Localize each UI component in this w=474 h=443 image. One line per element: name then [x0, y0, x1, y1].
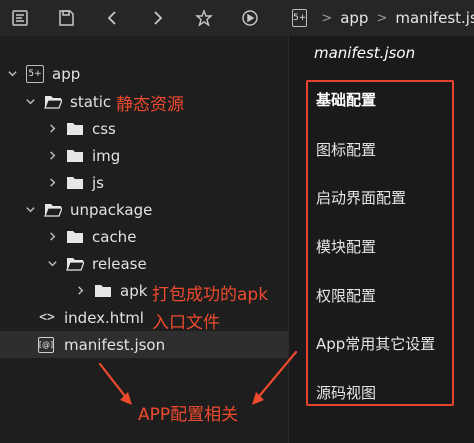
config-item-app-other[interactable]: App常用其它设置 — [316, 333, 435, 354]
folder-icon — [66, 121, 84, 137]
tree-item-label: static — [70, 92, 112, 111]
chevron-right-icon[interactable] — [46, 177, 58, 189]
tree-item-label: manifest.json — [64, 335, 166, 354]
breadcrumb: 5+ > app > manifest.json — [288, 0, 474, 36]
hbuilder-logo-icon: 5+ — [292, 9, 308, 27]
run-icon[interactable] — [240, 8, 260, 28]
config-item-permissions[interactable]: 权限配置 — [316, 285, 376, 306]
chevron-down-icon[interactable] — [24, 204, 36, 216]
annotation-static: 静态资源 — [116, 95, 184, 115]
folder-icon — [94, 283, 112, 299]
chevron-down-icon[interactable] — [46, 258, 58, 270]
forward-icon[interactable] — [148, 8, 168, 28]
tree-item-manifest-json[interactable]: [@] manifest.json — [0, 331, 288, 358]
tree-item-label: release — [92, 254, 147, 273]
tree-item-label: apk — [120, 281, 148, 300]
folder-open-icon — [44, 202, 62, 218]
save-icon[interactable] — [56, 8, 76, 28]
chevron-right-icon[interactable] — [46, 150, 58, 162]
tree-item-label: index.html — [64, 308, 144, 327]
code-file-icon: <> — [39, 310, 55, 325]
annotation-app-config: APP配置相关 — [138, 405, 239, 425]
annotation-apk: 打包成功的apk — [152, 285, 269, 305]
folder-icon — [66, 229, 84, 245]
config-item-source-view[interactable]: 源码视图 — [316, 382, 376, 403]
config-item-modules[interactable]: 模块配置 — [316, 236, 376, 257]
hbuilder-logo-icon: 5+ — [26, 64, 44, 83]
tree-item-label: img — [92, 146, 121, 165]
folder-icon — [66, 175, 84, 191]
editor-file-title: manifest.json — [314, 44, 416, 62]
tree-item-label: unpackage — [70, 200, 153, 219]
config-item-icon[interactable]: 图标配置 — [316, 139, 376, 160]
tree-item-unpackage[interactable]: unpackage — [0, 196, 288, 223]
tree-item-label: css — [92, 119, 116, 138]
chevron-down-icon[interactable] — [6, 68, 18, 80]
back-icon[interactable] — [102, 8, 122, 28]
tree-item-index-html[interactable]: <> index.html — [0, 304, 288, 331]
config-item-splash[interactable]: 启动界面配置 — [316, 187, 406, 208]
folder-open-icon — [44, 94, 62, 110]
chevron-right-icon: > — [321, 10, 333, 26]
tree-item-app[interactable]: 5+ app — [0, 60, 288, 87]
toolbar — [0, 0, 288, 36]
chevron-right-icon[interactable] — [46, 123, 58, 135]
folder-open-icon — [66, 256, 84, 272]
tree-item-css[interactable]: css — [0, 115, 288, 142]
tree-item-release[interactable]: release — [0, 250, 288, 277]
tree-item-label: app — [52, 64, 81, 83]
manifest-file-icon: [@] — [38, 336, 54, 353]
toolbar-menu-icon[interactable] — [10, 8, 30, 28]
folder-icon — [66, 148, 84, 164]
tree-item-cache[interactable]: cache — [0, 223, 288, 250]
breadcrumb-item-manifest[interactable]: manifest.json — [395, 9, 474, 27]
chevron-down-icon[interactable] — [24, 96, 36, 108]
chevron-right-icon[interactable] — [46, 231, 58, 243]
chevron-right-icon: > — [376, 10, 388, 26]
chevron-right-icon[interactable] — [74, 285, 86, 297]
star-icon[interactable] — [194, 8, 214, 28]
annotation-entry: 入口文件 — [152, 313, 220, 333]
breadcrumb-item-app[interactable]: app — [340, 9, 368, 27]
config-item-basic[interactable]: 基础配置 — [316, 89, 376, 110]
tree-item-label: js — [92, 173, 104, 192]
tree-item-label: cache — [92, 227, 137, 246]
tree-item-img[interactable]: img — [0, 142, 288, 169]
tree-item-js[interactable]: js — [0, 169, 288, 196]
